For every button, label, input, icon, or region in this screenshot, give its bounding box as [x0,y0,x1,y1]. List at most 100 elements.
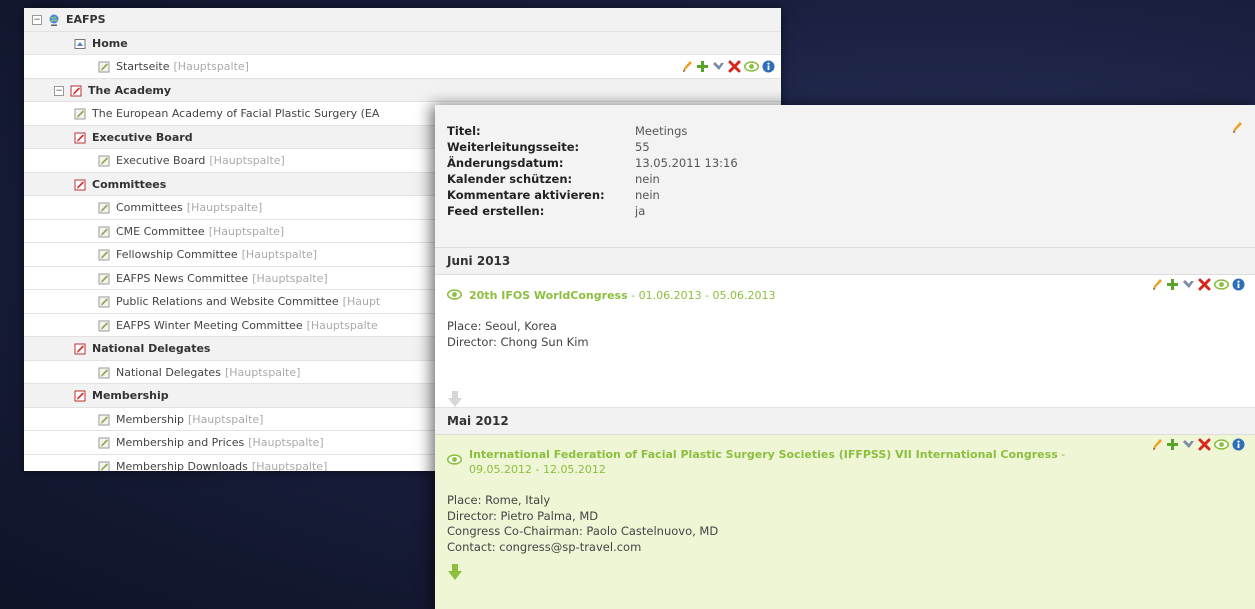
property-value: nein [635,188,660,202]
plus-icon[interactable] [1166,278,1179,291]
tree-row[interactable]: Startseite [Hauptspalte] [24,55,781,79]
eye-icon[interactable] [1214,278,1229,291]
move-icon[interactable] [1182,438,1195,451]
event-line: Place: Rome, Italy [447,493,551,507]
tree-row-label: EAFPS News Committee [116,271,249,285]
event-line: Director: Chong Sun Kim [447,334,589,349]
event-line: Congress Co-Chairman: Paolo Castelnuovo,… [447,524,719,538]
pencil-icon[interactable] [1150,438,1163,451]
page-content-icon [98,414,110,426]
eye-icon [446,454,463,465]
column-tag: [Hauptspalte] [241,248,318,261]
event-line: Contact: congress@sp-travel.com [447,539,642,554]
move-icon[interactable] [1182,278,1195,291]
event-item: 20th IFOS WorldCongress - 01.06.2013 - 0… [435,275,1255,408]
page-content-icon [98,226,110,238]
page-content-icon [98,461,110,471]
property-label: Titel: [447,124,481,138]
column-tag: [Hauptspalte [306,318,378,332]
tree-row-label: Committees [116,201,183,214]
tree-row-label: The European Academy of Facial Plastic S… [92,107,380,120]
column-tag: [Hauptspalte] [208,224,285,238]
globe-icon [48,14,60,26]
property-label: Feed erstellen: [447,204,545,218]
property-row: Titel: Meetings [447,123,1243,139]
event-title-text[interactable]: 20th IFOS WorldCongress [469,289,628,302]
info-icon[interactable] [762,60,775,73]
property-value: 13.05.2011 13:16 [635,156,738,170]
event-item-selected: International Federation of Facial Plast… [435,435,1255,609]
page-content-icon [74,108,86,120]
event-title[interactable]: International Federation of Facial Plast… [446,447,1243,477]
property-value: Meetings [635,124,688,138]
tree-row[interactable]: − EAFPS [24,8,781,32]
pencil-icon[interactable] [1150,278,1163,291]
home-page-icon [74,38,86,50]
collapse-toggle[interactable]: − [32,15,42,25]
delete-icon[interactable] [1198,278,1211,291]
column-tag: [Hauptspalte] [173,60,249,73]
eye-icon[interactable] [744,60,759,73]
column-tag: [Haupt [342,295,381,308]
property-label: Weiterleitungsseite: [447,140,580,154]
move-icon[interactable] [712,60,725,73]
tree-row-label: Executive Board [92,130,193,144]
tree-row-label: Startseite [116,60,170,73]
page-content-icon [98,296,110,308]
tree-row-label: National Delegates [116,365,221,379]
event-actions [1150,275,1245,293]
property-label: Änderungsdatum: [447,156,564,170]
property-value: ja [635,204,646,218]
property-value: nein [635,172,660,186]
tree-row[interactable]: Home [24,31,781,55]
calendar-detail-panel: Titel: Meetings Weiterleitungsseite: 55 Ände… [435,105,1255,609]
section-edit-icon [70,85,82,97]
delete-icon[interactable] [1198,438,1211,451]
column-tag: [Hauptspalte] [224,365,301,379]
tree-row-label: CME Committee [116,224,205,238]
property-value: 55 [635,140,650,154]
tree-row-label: Fellowship Committee [116,248,238,261]
page-content-icon [98,249,110,261]
tree-row-label: Home [92,36,128,50]
plus-icon[interactable] [696,60,709,73]
section-edit-icon [74,132,86,144]
tree-row-label: EAFPS [66,13,106,26]
delete-icon[interactable] [728,60,741,73]
tree-row[interactable]: − The Academy [24,78,781,102]
section-edit-icon [74,343,86,355]
page-content-icon [98,437,110,449]
collapse-toggle[interactable]: − [54,85,64,96]
column-tag: [Hauptspalte] [188,412,264,426]
page-content-icon [98,155,110,167]
event-description: Place: Seoul, Korea Director: Chong Sun … [447,319,1243,350]
arrow-down-icon[interactable] [447,563,463,581]
tree-row-label: The Academy [88,83,172,97]
pencil-icon[interactable] [680,60,693,73]
info-icon[interactable] [1232,278,1245,291]
tree-row-label: National Delegates [92,342,211,355]
calendar-properties: Titel: Meetings Weiterleitungsseite: 55 Ände… [435,105,1255,248]
tree-row-label: Executive Board [116,154,206,167]
tree-row-label: Membership Downloads [116,459,248,472]
page-content-icon [98,202,110,214]
column-tag: [Hauptspalte] [186,201,263,214]
arrow-down-icon[interactable] [447,390,463,408]
property-list: Titel: Meetings Weiterleitungsseite: 55 Ände… [447,123,1243,219]
pencil-icon[interactable] [1230,121,1243,134]
event-title-text[interactable]: International Federation of Facial Plast… [469,448,1058,461]
property-row: Kommentare aktivieren: nein [447,187,1243,203]
info-icon[interactable] [1232,438,1245,451]
eye-icon[interactable] [1214,438,1229,451]
page-content-icon [98,320,110,332]
event-title[interactable]: 20th IFOS WorldCongress - 01.06.2013 - 0… [446,288,1243,303]
section-edit-icon [74,179,86,191]
plus-icon[interactable] [1166,438,1179,451]
event-line: Place: Seoul, Korea [447,319,557,333]
eye-icon [446,289,463,300]
property-label: Kalender schützen: [447,172,573,186]
tree-row-label: Membership [92,389,169,402]
month-header: Juni 2013 [435,248,1255,275]
event-actions [1150,435,1245,453]
property-row: Feed erstellen: ja [447,203,1243,219]
